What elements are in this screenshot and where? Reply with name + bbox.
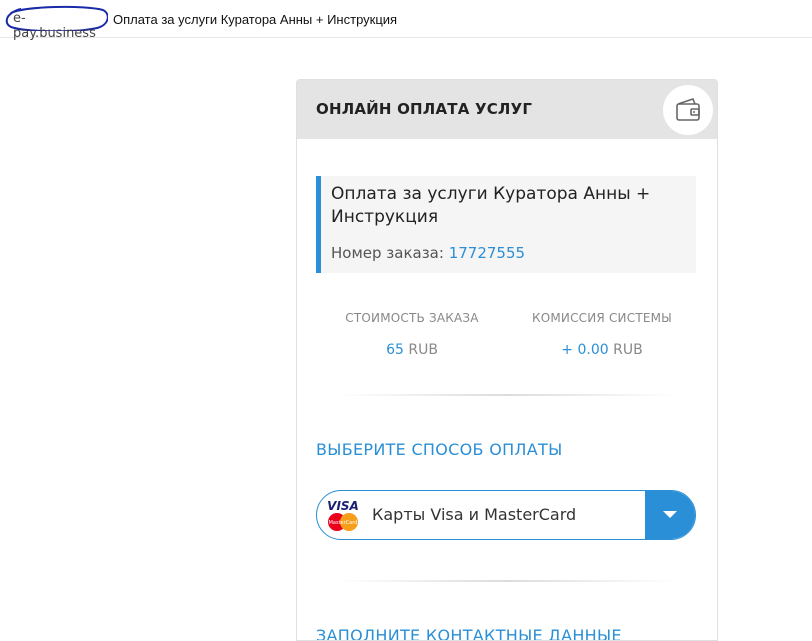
svg-text:MasterCard: MasterCard bbox=[329, 520, 358, 526]
system-fee-value: + 0.00 RUB bbox=[507, 342, 697, 358]
chevron-down-icon bbox=[663, 511, 677, 518]
card-header: ОНЛАЙН ОПЛАТА УСЛУГ bbox=[297, 80, 717, 139]
order-cost-currency: RUB bbox=[408, 342, 438, 358]
system-fee-currency: RUB bbox=[613, 342, 643, 358]
site-domain[interactable]: e-pay.business bbox=[13, 11, 105, 41]
payment-method-label: Карты Visa и MasterCard bbox=[372, 505, 577, 524]
svg-text:VISA: VISA bbox=[327, 499, 359, 513]
order-number: Номер заказа: 17727555 bbox=[331, 244, 525, 262]
order-info: Оплата за услуги Куратора Анны + Инструк… bbox=[316, 176, 696, 273]
domain-highlight: e-pay.business bbox=[5, 5, 108, 41]
divider bbox=[337, 580, 677, 582]
system-fee-label: КОМИССИЯ СИСТЕМЫ bbox=[532, 311, 672, 325]
order-cost-value: 65 RUB bbox=[317, 342, 507, 358]
order-cost-amount: 65 bbox=[386, 342, 404, 358]
order-title: Оплата за услуги Куратора Анны + Инструк… bbox=[331, 184, 651, 227]
order-cost: СТОИМОСТЬ ЗАКАЗА 65 RUB bbox=[317, 311, 507, 358]
system-fee-amount: + 0.00 bbox=[561, 342, 609, 358]
payment-method-heading: ВЫБЕРИТЕ СПОСОБ ОПЛАТЫ bbox=[316, 440, 563, 459]
wallet-icon bbox=[663, 85, 713, 135]
dropdown-toggle[interactable] bbox=[645, 491, 695, 539]
payment-card: ОНЛАЙН ОПЛАТА УСЛУГ Оплата за услуги Кур… bbox=[296, 79, 718, 641]
visa-mastercard-logo: VISA MasterCard bbox=[327, 499, 359, 531]
contact-heading: ЗАПОЛНИТЕ КОНТАКТНЫЕ ДАННЫЕ bbox=[316, 626, 622, 641]
system-fee: КОМИССИЯ СИСТЕМЫ + 0.00 RUB bbox=[507, 311, 697, 358]
page-title: Оплата за услуги Куратора Анны + Инструк… bbox=[113, 12, 398, 27]
order-cost-label: СТОИМОСТЬ ЗАКАЗА bbox=[345, 311, 479, 325]
browser-title-bar: e-pay.business Оплата за услуги Куратора… bbox=[0, 0, 812, 41]
card-title: ОНЛАЙН ОПЛАТА УСЛУГ bbox=[316, 100, 533, 118]
order-number-value: 17727555 bbox=[448, 244, 526, 262]
order-number-label: Номер заказа: bbox=[331, 244, 444, 262]
divider bbox=[337, 394, 677, 396]
payment-method-select[interactable]: VISA MasterCard Карты Visa и MasterCard bbox=[316, 490, 696, 540]
